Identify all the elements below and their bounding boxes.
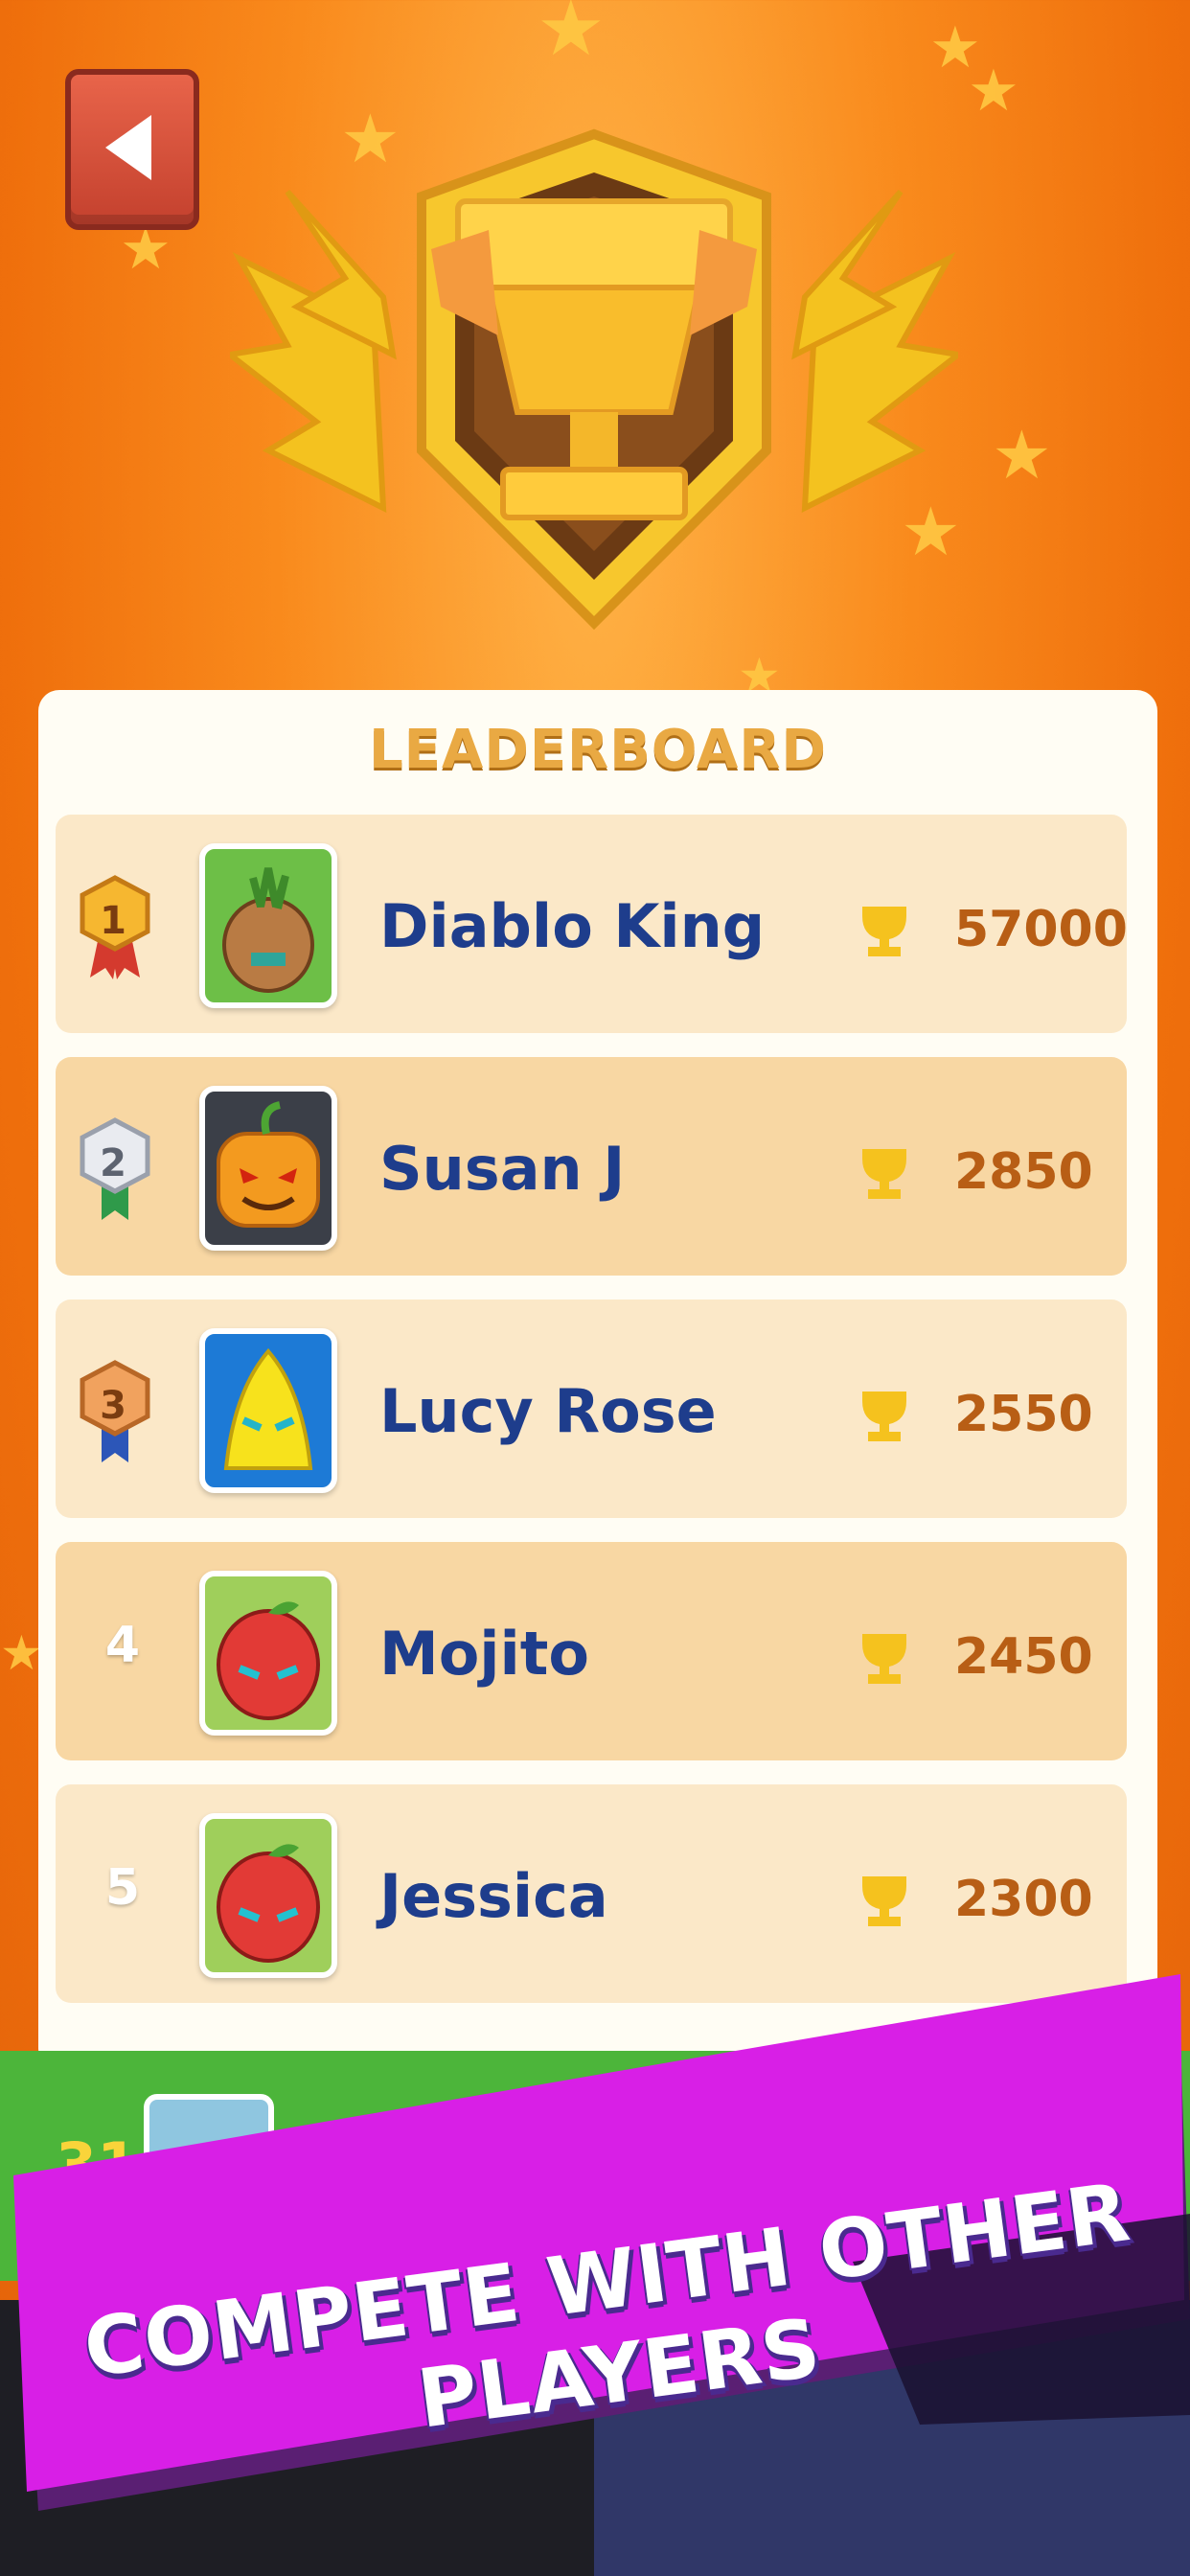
player-name: Mojito <box>379 1619 590 1689</box>
banana-character-icon <box>223 1347 313 1470</box>
rank-number: 2 <box>100 1141 126 1185</box>
player-avatar <box>199 1328 337 1493</box>
leaderboard-panel: LEADERBOARD 1 Diablo King 57000 2 Susan … <box>38 690 1157 2070</box>
leaderboard-row[interactable]: 5 Jessica 2300 <box>56 1784 1127 2003</box>
player-score: 2550 <box>954 1386 1093 1443</box>
trophy-icon <box>862 1392 906 1441</box>
player-avatar <box>199 1571 337 1736</box>
trophy-emblem <box>230 128 958 631</box>
leaderboard-row[interactable]: 4 Mojito 2450 <box>56 1542 1127 1760</box>
trophy-icon <box>862 1876 906 1926</box>
leaderboard-row[interactable]: 3 Lucy Rose 2550 <box>56 1300 1127 1518</box>
trophy-icon <box>862 1634 906 1684</box>
star-decoration: ★ <box>537 0 606 73</box>
star-decoration: ★ <box>968 58 1019 125</box>
apple-character-icon <box>217 1844 320 1963</box>
pumpkin-character-icon <box>217 1101 320 1228</box>
trophy-icon <box>862 907 906 956</box>
player-score: 2850 <box>954 1143 1093 1201</box>
leaderboard-title: LEADERBOARD <box>369 719 827 781</box>
player-avatar <box>199 1813 337 1978</box>
player-score: 2300 <box>954 1871 1093 1928</box>
player-score: 2450 <box>954 1628 1093 1686</box>
rank-number: 1 <box>100 899 126 943</box>
player-name: Susan J <box>379 1134 626 1204</box>
player-name: Lucy Rose <box>379 1376 717 1446</box>
rank-number: 5 <box>104 1859 141 1917</box>
back-button[interactable] <box>65 69 199 230</box>
apple-character-icon <box>217 1601 320 1720</box>
star-decoration: ★ <box>0 1625 43 1681</box>
player-score: 57000 <box>954 901 1128 958</box>
rank-number: 3 <box>100 1384 126 1428</box>
back-arrow-icon <box>105 115 151 180</box>
leaderboard-row[interactable]: 1 Diablo King 57000 <box>56 815 1128 1033</box>
player-avatar <box>199 1086 337 1251</box>
player-name: Jessica <box>379 1861 608 1931</box>
player-avatar <box>199 843 337 1008</box>
rank-number: 4 <box>104 1617 141 1674</box>
onion-character-icon <box>222 867 314 993</box>
player-name: Diablo King <box>379 891 766 961</box>
star-decoration: ★ <box>992 416 1052 494</box>
trophy-icon <box>862 1149 906 1199</box>
leaderboard-row[interactable]: 2 Susan J 2850 <box>56 1057 1127 1276</box>
